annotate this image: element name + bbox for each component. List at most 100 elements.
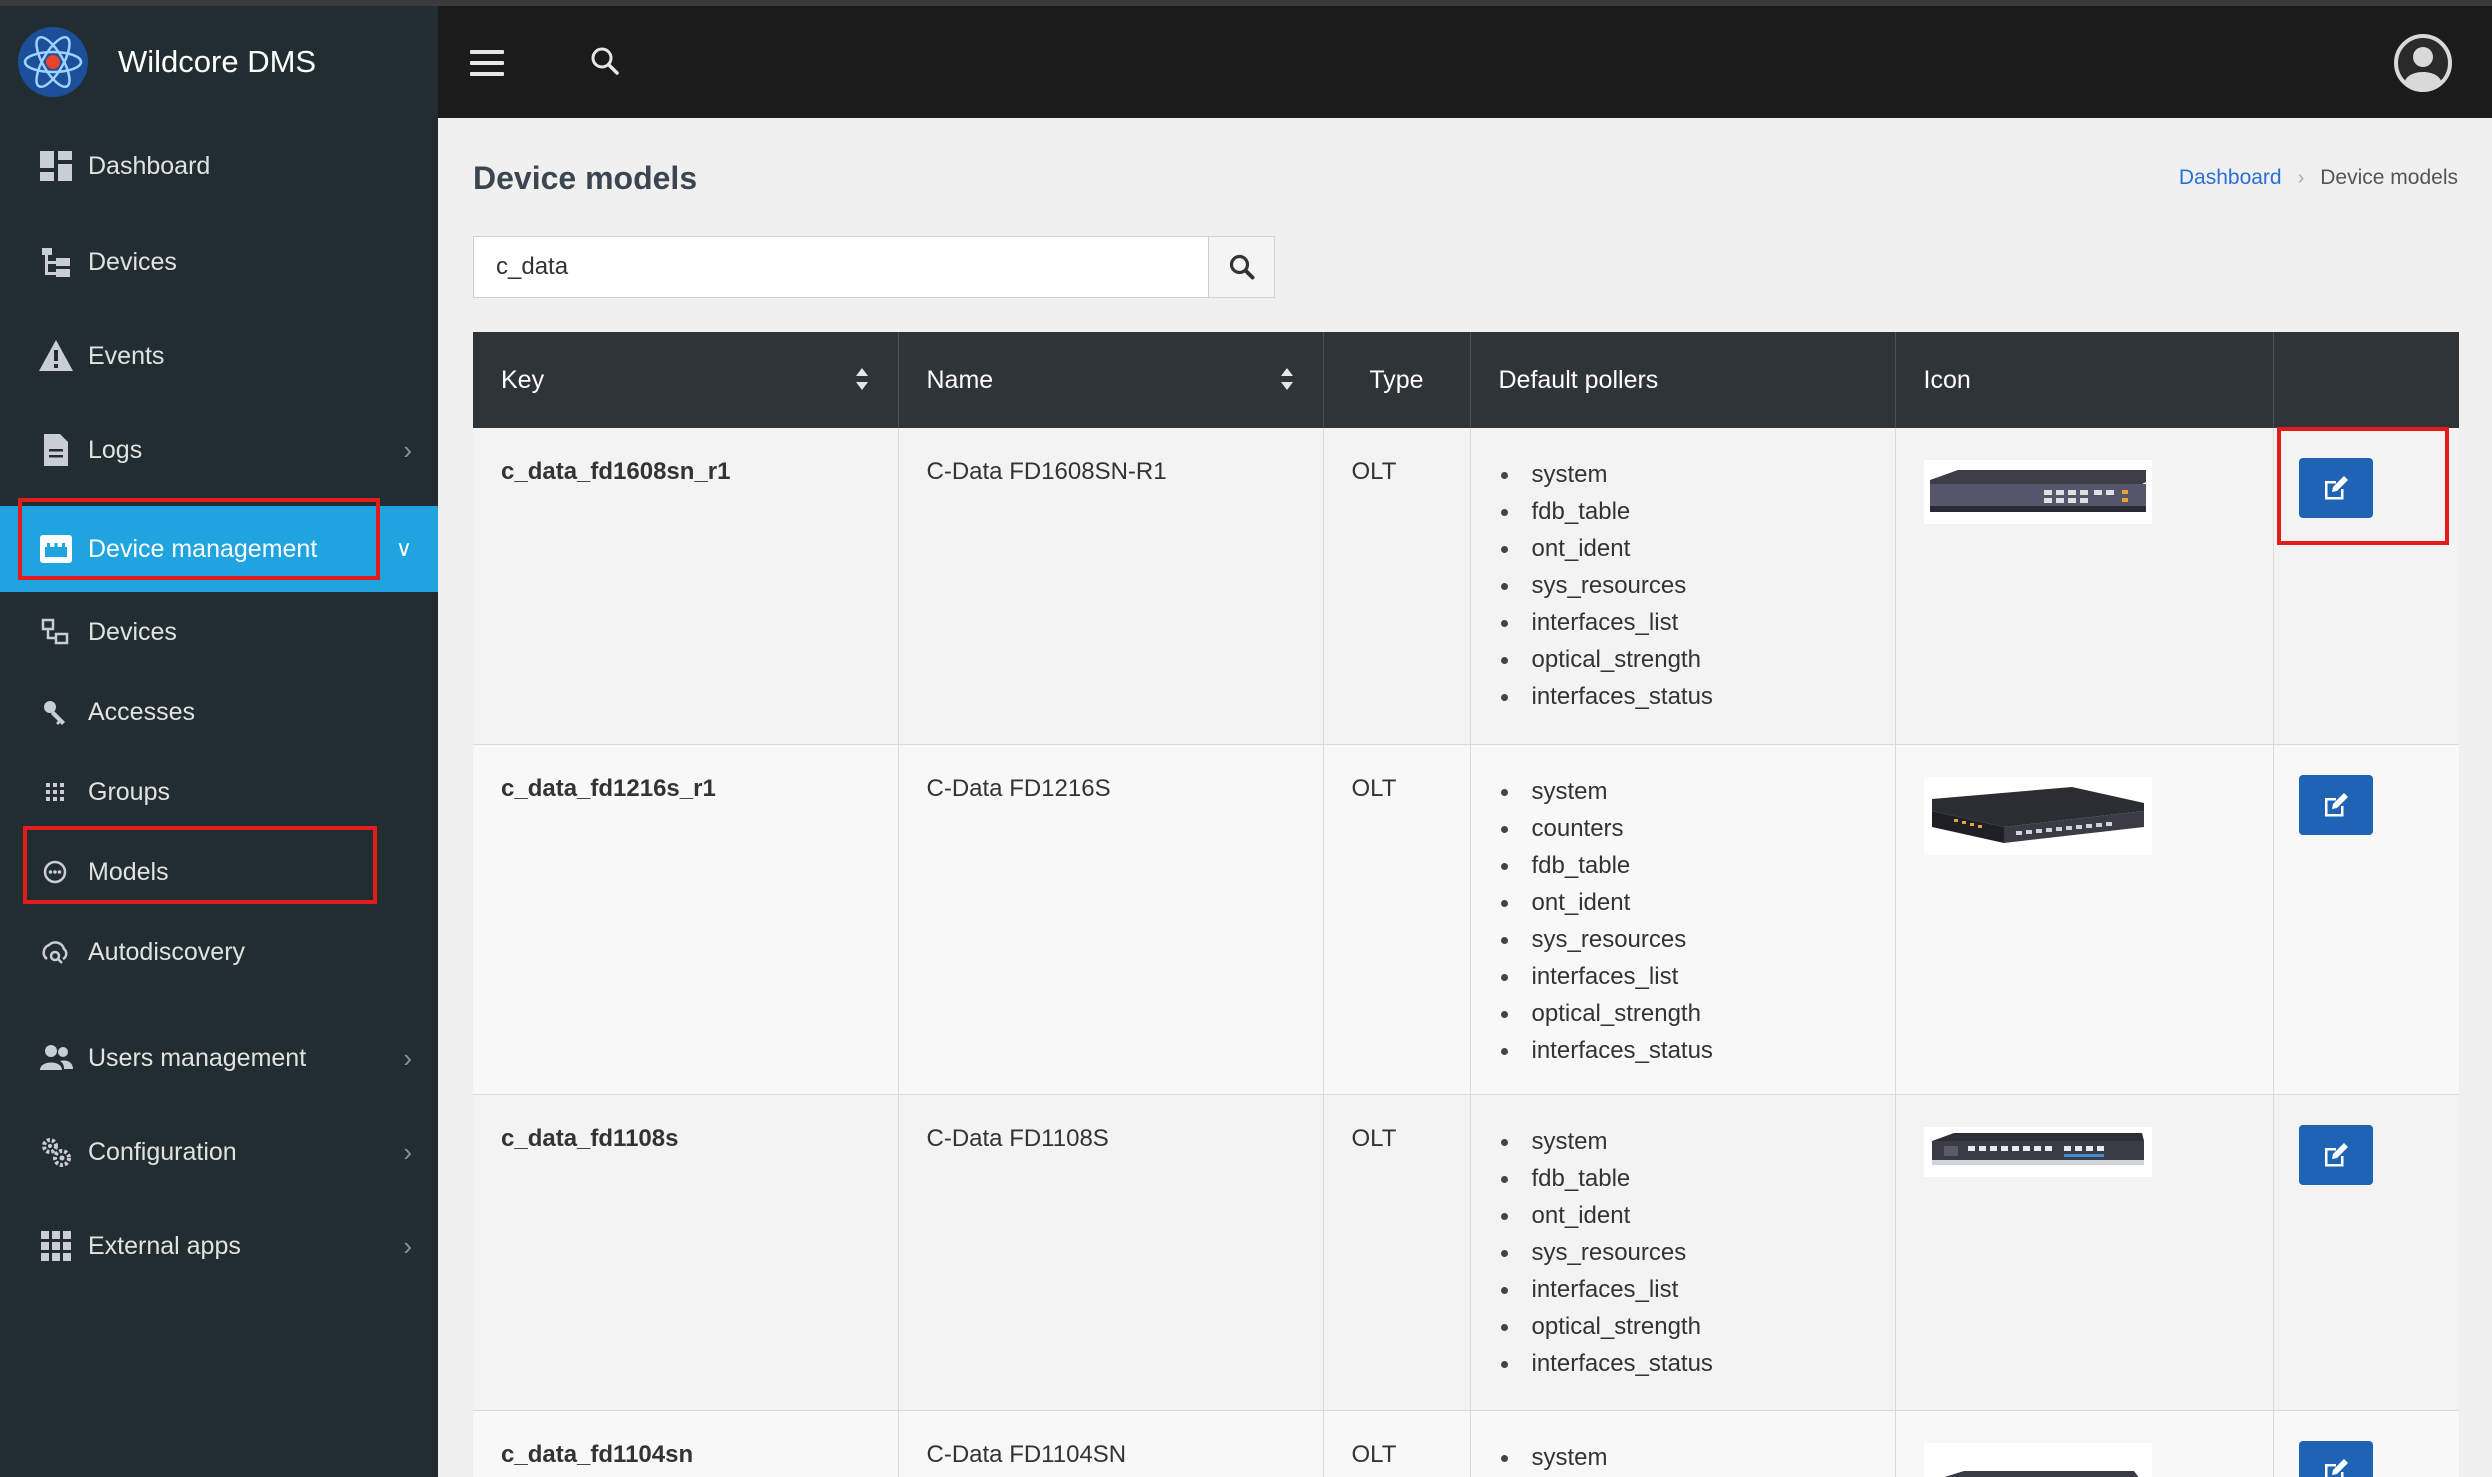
poller-item: interfaces_list [1499, 958, 1867, 995]
sidebar-subitem-devices[interactable]: Devices [0, 594, 438, 670]
column-header-key[interactable]: Key [473, 332, 899, 428]
sidebar-item-external-apps[interactable]: External apps › [0, 1208, 438, 1284]
tree-icon [42, 248, 70, 277]
search-button[interactable] [1209, 236, 1275, 298]
poller-item: sys_resources [1499, 921, 1867, 958]
topbar [438, 6, 2492, 118]
device-image [1923, 460, 2152, 524]
atom-logo-icon [18, 27, 88, 97]
breadcrumb-current: Device models [2320, 166, 2458, 189]
cell-icon [1895, 744, 2274, 1095]
column-header-name[interactable]: Name [898, 332, 1324, 428]
brand[interactable]: Wildcore DMS [0, 6, 438, 118]
sort-icon[interactable] [1279, 366, 1295, 392]
poller-item: interfaces_list [1499, 1271, 1867, 1308]
cell-pollers: system fdb_table ont_ident sys_resources… [1470, 1094, 1896, 1411]
column-header-label: Name [926, 365, 994, 394]
sidebar-item-logs[interactable]: Logs › [0, 412, 438, 488]
sidebar-subitem-groups[interactable]: Groups [0, 754, 438, 830]
chevron-right-icon: › [403, 1136, 412, 1167]
gears-icon [42, 1138, 71, 1167]
table-row: c_data_fd1108s C-Data FD1108S OLT system… [473, 1094, 2459, 1411]
key-icon [44, 701, 65, 725]
sidebar-item-label: External apps [88, 1231, 241, 1260]
breadcrumb-separator-icon: › [2297, 166, 2305, 189]
search-input[interactable] [473, 236, 1209, 298]
column-header-label: Icon [1923, 365, 1971, 394]
poller-item: system [1499, 773, 1867, 810]
cell-key: c_data_fd1216s_r1 [473, 744, 899, 1095]
poller-item: system [1499, 1439, 1867, 1476]
sidebar-item-devices[interactable]: Devices [0, 224, 438, 300]
breadcrumb: Dashboard › Device models [2179, 166, 2458, 190]
cell-type: OLT [1323, 1094, 1471, 1411]
sidebar-item-label: Devices [88, 247, 177, 276]
pollers-list: system counters fdb_table ont_ident sys_… [1499, 773, 1867, 1069]
dashboard-icon [40, 151, 72, 181]
sidebar-item-events[interactable]: Events [0, 318, 438, 394]
sidebar-item-label: Users management [88, 1043, 307, 1072]
poller-item: system [1499, 1123, 1867, 1160]
poller-item: interfaces_status [1499, 1345, 1867, 1382]
sidebar-subitem-accesses[interactable]: Accesses [0, 674, 438, 750]
sidebar-subitem-autodiscovery[interactable]: Autodiscovery [0, 914, 438, 990]
cell-pollers: system [1470, 1410, 1896, 1477]
breadcrumb-home-link[interactable]: Dashboard [2179, 166, 2282, 190]
user-avatar-icon[interactable] [2394, 34, 2452, 92]
device-models-table: Key Name Type Default pollers Icon c_dat… [473, 332, 2459, 1477]
sidebar-item-configuration[interactable]: Configuration › [0, 1114, 438, 1190]
sort-icon[interactable] [854, 366, 870, 392]
poller-item: optical_strength [1499, 641, 1867, 678]
edit-button[interactable] [2298, 458, 2373, 518]
sidebar-item-dashboard[interactable]: Dashboard [0, 128, 438, 204]
groups-icon [46, 783, 64, 801]
search-bar [473, 236, 1275, 298]
edit-icon [2324, 792, 2348, 816]
column-header-label: Default pollers [1498, 365, 1659, 394]
sidebar-item-label: Events [88, 341, 165, 370]
poller-item: sys_resources [1499, 567, 1867, 604]
search-icon[interactable] [588, 44, 622, 78]
sidebar-item-users-management[interactable]: Users management › [0, 1020, 438, 1096]
autodiscovery-icon [42, 941, 68, 964]
sidebar-subitem-label: Accesses [88, 697, 195, 726]
poller-item: fdb_table [1499, 493, 1867, 530]
table-header-row: Key Name Type Default pollers Icon [473, 332, 2459, 428]
chevron-right-icon: › [403, 434, 412, 465]
sidebar: Wildcore DMS Dashboard Devices Events Lo… [0, 0, 438, 1477]
warning-icon [39, 340, 73, 371]
edit-icon [2324, 1458, 2348, 1477]
window-top-border [0, 0, 2492, 6]
sidebar-item-device-management[interactable]: Device management ∨ [0, 506, 438, 592]
sidebar-subitem-models[interactable]: Models [0, 834, 438, 910]
users-icon [40, 1045, 73, 1070]
devices-icon [41, 618, 69, 645]
poller-item: fdb_table [1499, 1160, 1867, 1197]
edit-button[interactable] [2298, 1124, 2373, 1185]
pollers-list: system fdb_table ont_ident sys_resources… [1499, 456, 1867, 715]
cell-actions [2273, 1410, 2459, 1477]
cell-actions [2273, 1094, 2459, 1411]
cell-icon [1895, 428, 2274, 745]
poller-item: ont_ident [1499, 530, 1867, 567]
column-header-label: Type [1369, 365, 1424, 394]
chevron-right-icon: › [403, 1042, 412, 1073]
cell-key: c_data_fd1104sn [473, 1410, 899, 1477]
column-header-icon: Icon [1895, 332, 2274, 428]
sidebar-item-label: Logs [88, 435, 143, 464]
device-management-icon [40, 535, 72, 563]
chevron-right-icon: › [403, 1230, 412, 1261]
sidebar-item-label: Configuration [88, 1137, 237, 1166]
cell-pollers: system counters fdb_table ont_ident sys_… [1470, 744, 1896, 1095]
poller-item: ont_ident [1499, 884, 1867, 921]
edit-button[interactable] [2298, 774, 2373, 835]
cell-name: C-Data FD1608SN-R1 [898, 428, 1324, 745]
device-image [1923, 1126, 2152, 1177]
cell-name: C-Data FD1216S [898, 744, 1324, 1095]
edit-button[interactable] [2298, 1440, 2373, 1477]
column-header-type: Type [1323, 332, 1471, 428]
column-header-actions [2273, 332, 2459, 428]
cell-icon [1895, 1094, 2274, 1411]
cell-key: c_data_fd1108s [473, 1094, 899, 1411]
hamburger-menu-icon[interactable] [470, 50, 504, 76]
